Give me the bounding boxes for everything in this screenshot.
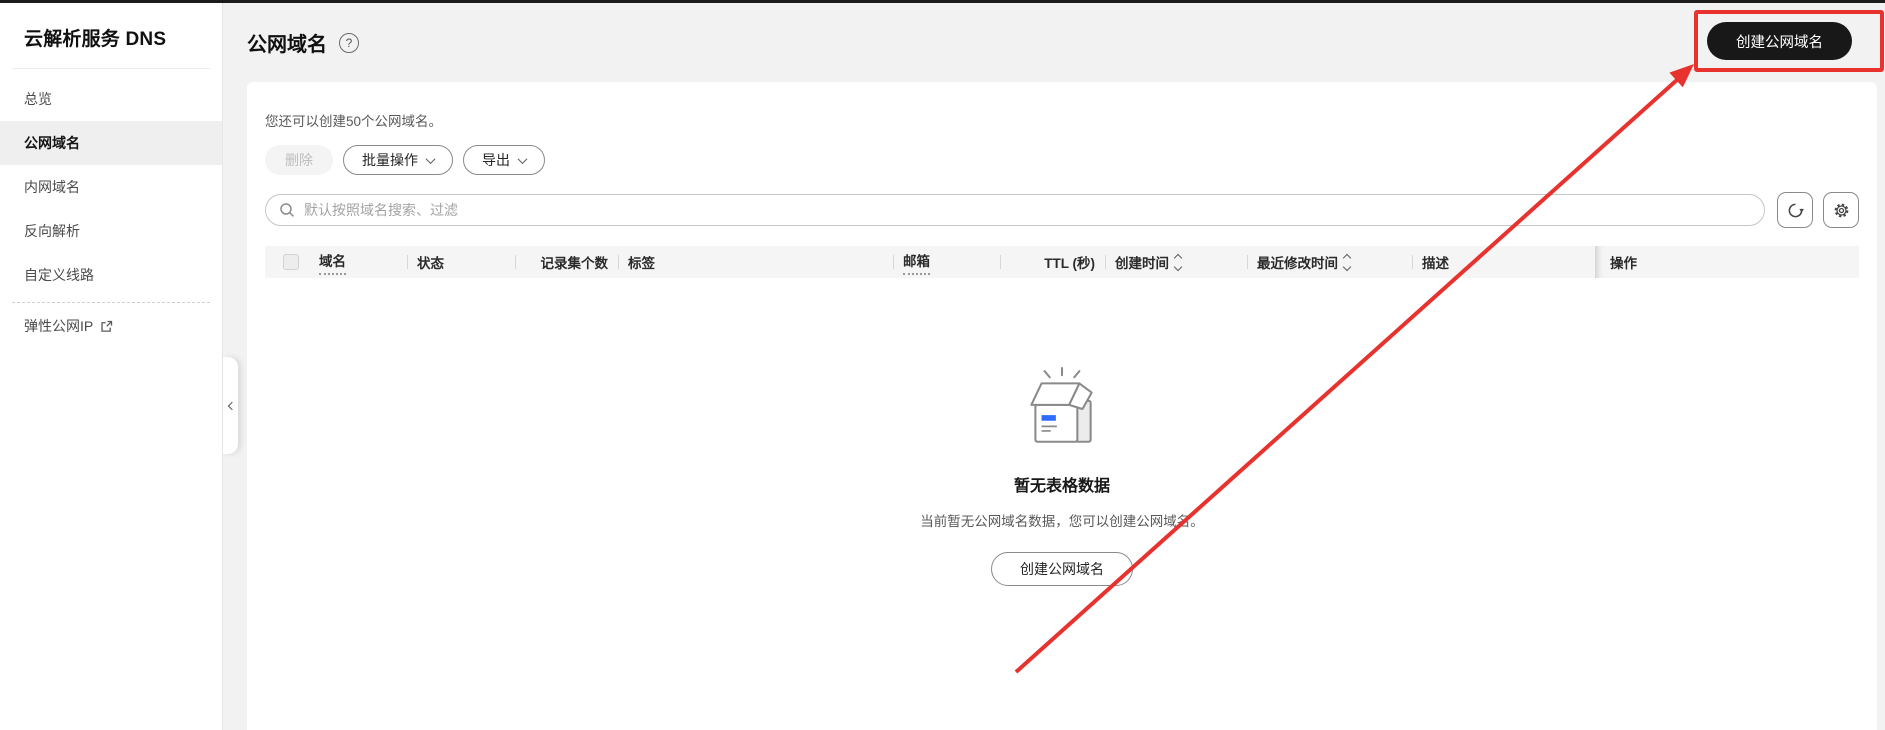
column-email[interactable]: 邮箱 [893,246,1000,278]
search-row [265,192,1859,228]
chevron-left-icon [227,401,236,410]
batch-operation-label: 批量操作 [362,152,418,168]
column-created[interactable]: 创建时间 [1105,246,1247,278]
column-label: 域名 [319,250,346,275]
column-domain[interactable]: 域名 [309,246,407,278]
help-icon[interactable]: ? [339,32,359,53]
dns-console: 云解析服务 DNS 总览 公网域名 内网域名 反向解析 自定义线路 弹性公网IP… [0,3,1885,730]
column-modified[interactable]: 最近修改时间 [1247,246,1412,278]
gear-icon [1834,203,1848,217]
refresh-button[interactable] [1777,192,1813,228]
column-label: 邮箱 [903,250,930,275]
create-public-zone-button[interactable]: 创建公网域名 [1707,22,1852,60]
column-label: 创建时间 [1115,256,1169,271]
dashed-divider [12,302,210,303]
refresh-icon [1788,203,1804,217]
sidebar-item-label: 弹性公网IP [24,318,94,334]
export-button[interactable]: 导出 [463,145,545,175]
column-ttl: TTL (秒) [1000,246,1105,278]
empty-description: 当前暂无公网域名数据，您可以创建公网域名。 [920,514,1204,529]
sidebar-item-overview[interactable]: 总览 [0,77,222,121]
page-title: 公网域名 [247,34,327,56]
chevron-down-icon [517,153,528,164]
sort-icon[interactable] [1342,253,1352,271]
settings-button[interactable] [1823,192,1859,228]
toolbar: 删除 批量操作 导出 [265,145,1859,175]
quota-text: 您还可以创建50个公网域名。 [265,114,443,129]
service-title: 云解析服务 DNS [24,29,167,50]
main-content: 公网域名 ? 创建公网域名 您还可以创建50个公网域名。 删除 批量操作 导出 [223,3,1885,730]
create-public-zone-button-empty[interactable]: 创建公网域名 [991,552,1133,586]
table-header-select [265,246,309,278]
external-link-icon [101,320,113,332]
chevron-down-icon [425,153,436,164]
delete-button[interactable]: 删除 [265,145,333,175]
select-all-checkbox[interactable] [283,254,299,270]
sidebar: 云解析服务 DNS 总览 公网域名 内网域名 反向解析 自定义线路 弹性公网IP [0,3,223,730]
sidebar-item-eip[interactable]: 弹性公网IP [0,304,222,348]
divider [12,68,210,69]
column-operation: 操作 [1595,246,1859,278]
sort-icon[interactable] [1173,253,1183,271]
search-box[interactable] [265,194,1765,226]
table-header: 域名 状态 记录集个数 标签 邮箱 TTL (秒) 创建时间 最近修改时间 描述 [265,246,1859,278]
sidebar-nav: 总览 公网域名 内网域名 反向解析 自定义线路 弹性公网IP [0,77,222,348]
column-description: 描述 [1412,246,1595,278]
page-header: 公网域名 ? 创建公网域名 [223,3,1885,82]
column-tag: 标签 [618,246,893,278]
column-status: 状态 [407,246,515,278]
public-zone-panel: 您还可以创建50个公网域名。 删除 批量操作 导出 默认按照域名搜索、过滤 域名… [247,82,1877,730]
sidebar-item-private-zones[interactable]: 内网域名 [0,165,222,209]
sidebar-item-public-zones[interactable]: 公网域名 [0,121,222,165]
column-recordsets: 记录集个数 [515,246,618,278]
search-icon [280,203,294,217]
batch-operation-button[interactable]: 批量操作 [343,145,453,175]
search-input[interactable] [304,202,1751,218]
empty-box-icon [1030,367,1093,443]
sidebar-item-custom-lines[interactable]: 自定义线路 [0,253,222,297]
column-label: 最近修改时间 [1257,256,1338,271]
empty-state: 暂无表格数据 当前暂无公网域名数据，您可以创建公网域名。 创建公网域名 [265,366,1859,586]
sidebar-item-ptr-records[interactable]: 反向解析 [0,209,222,253]
export-label: 导出 [482,152,510,168]
sidebar-collapse-handle[interactable] [223,357,238,454]
empty-title: 暂无表格数据 [1013,478,1110,495]
